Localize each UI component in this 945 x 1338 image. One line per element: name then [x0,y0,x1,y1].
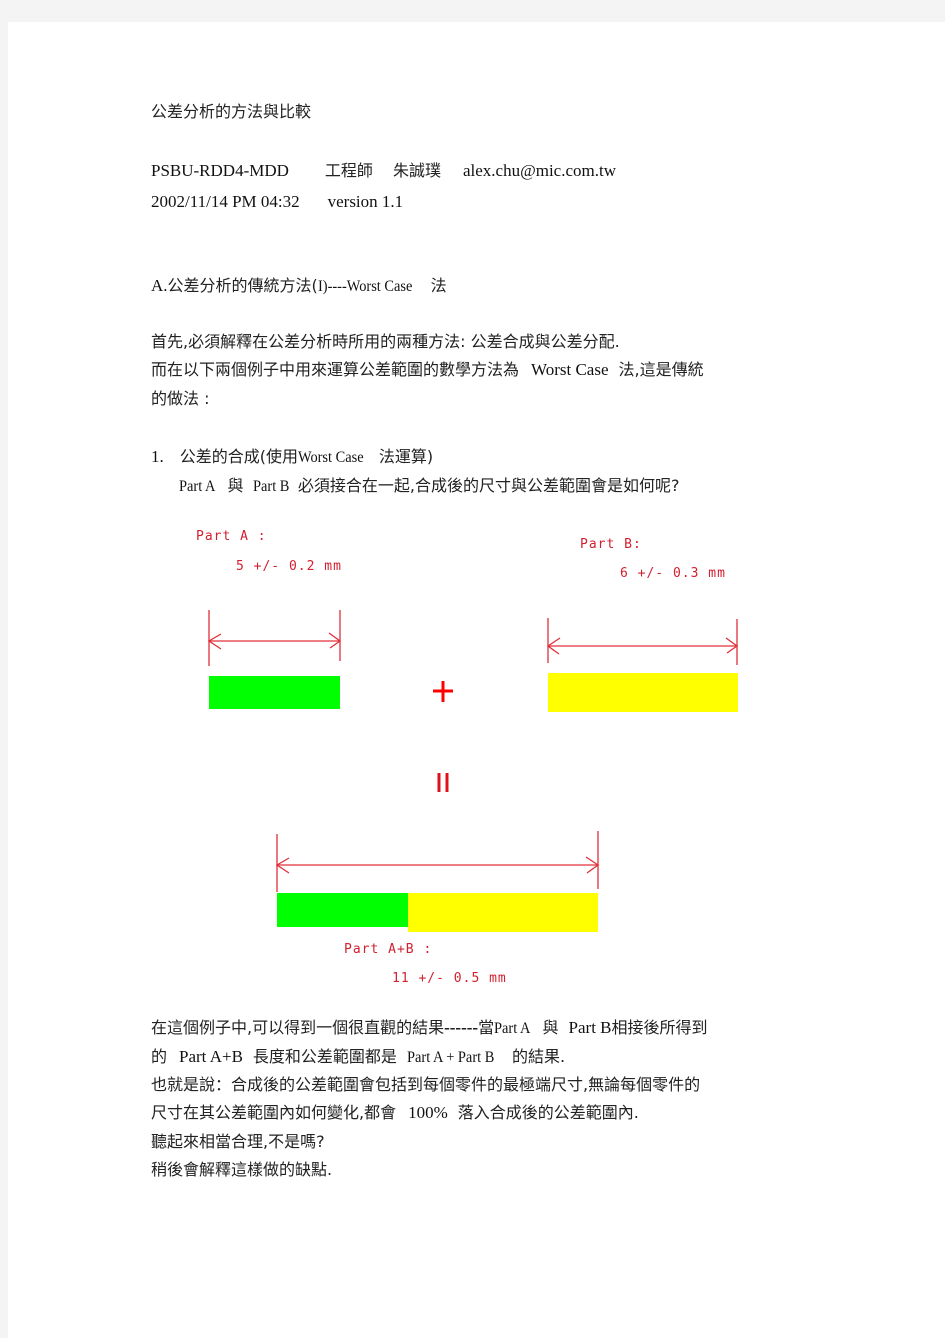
conclusion-part-ab: Part A+B [179,1047,243,1066]
conclusion-part-b: Part B [568,1018,612,1037]
conclusion-text-5: 聽起來相當合理,不是嗎? [151,1132,325,1151]
conclusion-line-1: 在這個例子中,可以得到一個很直觀的結果------當Part A 與 Part … [151,1017,708,1039]
conclusion-text-6: 稍後會解釋這樣做的缺點. [151,1160,333,1179]
conclusion-percent: 100% [408,1103,448,1122]
result-part-b-bar [408,893,598,932]
conclusion-line-4: 尺寸在其公差範圍內如何變化,都會 100% 落入合成後的公差範圍內. [151,1102,639,1124]
conclusion-text-3: 也就是說：合成後的公差範圍會包括到每個零件的最極端尺寸,無論每個零件的 [151,1075,701,1094]
conclusion-line-2: 的 Part A+B 長度和公差範圍都是 Part A + Part B 的結果… [151,1046,565,1068]
result-dimension [275,831,600,892]
part-a-bar [209,676,340,709]
result-part-a-bar [277,893,408,927]
part-b-dimension [546,618,739,665]
part-a-dimension [207,610,342,666]
conclusion-text-2c: 的結果. [511,1047,566,1066]
conclusion-line-3: 也就是說：合成後的公差範圍會包括到每個零件的最極端尺寸,無論每個零件的 [151,1074,700,1096]
conclusion-dash: ------ [444,1018,479,1037]
conclusion-text-1b: 當 [478,1018,495,1037]
conclusion-line-6: 稍後會解釋這樣做的缺點. [151,1159,332,1181]
plus-icon [433,681,453,702]
part-b-bar [548,673,738,712]
conclusion-text-4a: 尺寸在其公差範圍內如何變化,都會 [151,1103,397,1122]
conclusion-text-2a: 的 [151,1047,168,1066]
conclusion-sum: Part A + Part B [406,1049,495,1066]
conclusion-line-5: 聽起來相當合理,不是嗎? [151,1131,325,1153]
tolerance-stack-diagram [207,610,739,932]
conclusion-text-1a: 在這個例子中,可以得到一個很直觀的結果 [151,1018,445,1037]
conclusion-text-2b: 長度和公差範圍都是 [252,1047,397,1066]
conclusion-text-1c: 相接後所得到 [611,1018,708,1037]
conclusion-and: 與 [542,1018,559,1037]
conclusion-part-a: Part A [494,1020,531,1037]
conclusion-text-4b: 落入合成後的公差範圍內. [457,1103,639,1122]
equals-icon [437,773,449,792]
